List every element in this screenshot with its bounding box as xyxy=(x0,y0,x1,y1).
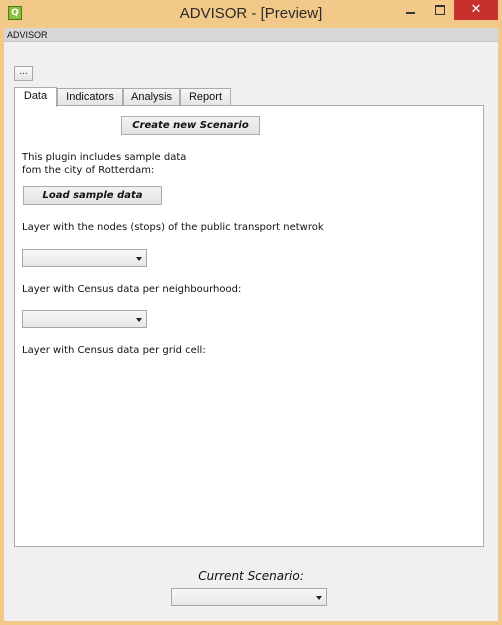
load-sample-data-button[interactable]: Load sample data xyxy=(23,186,162,205)
minimize-icon xyxy=(406,12,415,14)
census-neighbourhood-select[interactable] xyxy=(22,310,147,328)
close-button[interactable]: ✕ xyxy=(454,0,498,20)
tab-report[interactable]: Report xyxy=(180,88,231,106)
data-tab-panel: Create new Scenario This plugin includes… xyxy=(14,105,484,547)
census-grid-label: Layer with Census data per grid cell: xyxy=(22,345,206,356)
chevron-down-icon xyxy=(136,318,142,322)
dock-title[interactable]: ADVISOR xyxy=(4,28,498,42)
browse-button[interactable]: ... xyxy=(14,66,33,81)
tab-analysis[interactable]: Analysis xyxy=(123,88,180,106)
census-neighbourhood-label: Layer with Census data per neighbourhood… xyxy=(22,284,242,295)
tab-indicators[interactable]: Indicators xyxy=(57,88,123,106)
intro-text-line1: This plugin includes sample data xyxy=(22,152,187,163)
nodes-layer-label: Layer with the nodes (stops) of the publ… xyxy=(22,222,324,233)
maximize-icon xyxy=(434,5,445,15)
dock-widget: ADVISOR ... Data Indicators Analysis Rep… xyxy=(4,28,498,621)
chevron-down-icon xyxy=(316,596,322,600)
tab-data[interactable]: Data xyxy=(14,87,57,107)
current-scenario-label: Current Scenario: xyxy=(198,569,304,583)
maximize-button[interactable] xyxy=(426,0,453,20)
chevron-down-icon xyxy=(136,257,142,261)
create-scenario-button[interactable]: Create new Scenario xyxy=(121,116,260,135)
close-icon: ✕ xyxy=(470,2,482,17)
current-scenario-select[interactable] xyxy=(171,588,327,606)
app-window: Q ADVISOR - [Preview] ✕ ADVISOR ... Data… xyxy=(0,0,502,625)
intro-text-line2: fom the city of Rotterdam: xyxy=(22,165,155,176)
title-bar[interactable]: Q ADVISOR - [Preview] ✕ xyxy=(0,0,502,28)
minimize-button[interactable] xyxy=(397,0,424,20)
nodes-layer-select[interactable] xyxy=(22,249,147,267)
